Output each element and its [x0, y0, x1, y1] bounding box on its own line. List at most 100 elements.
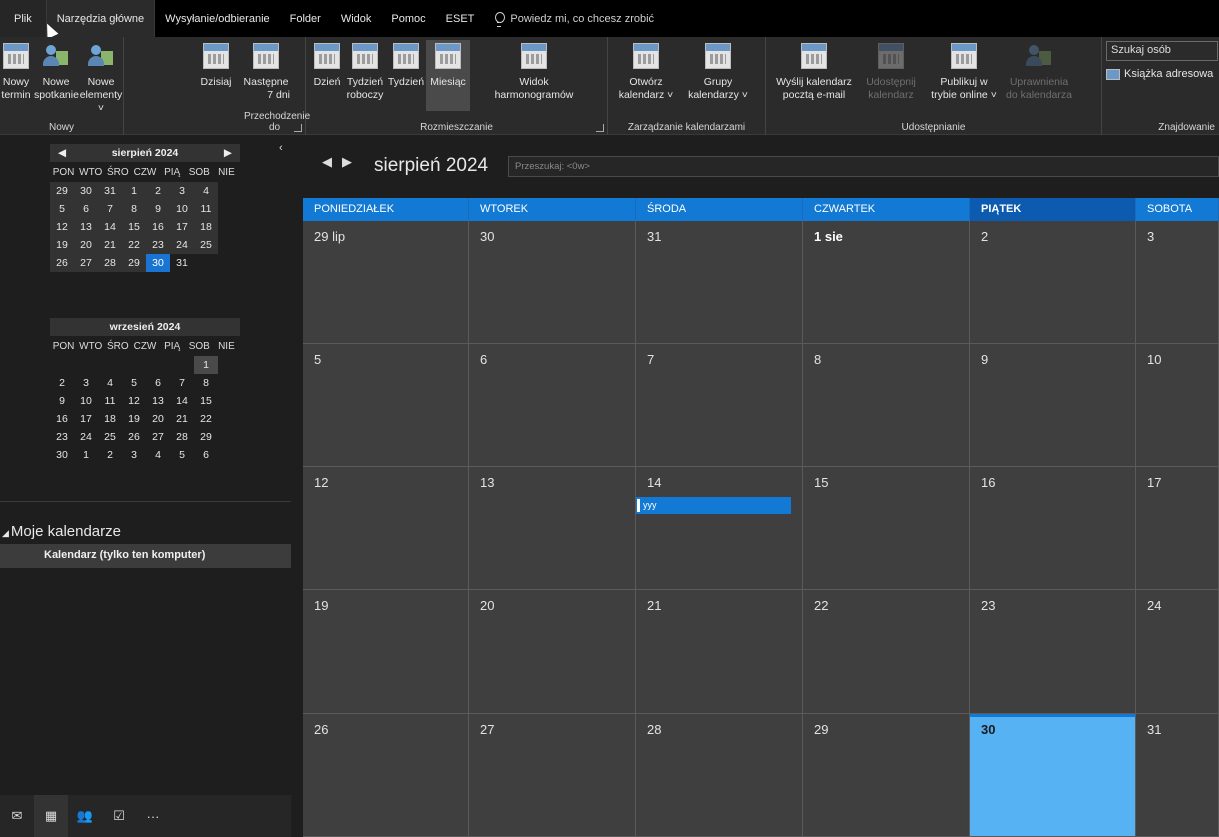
mini-day[interactable]: 4 [146, 446, 170, 464]
mail-icon[interactable]: ✉ [0, 795, 34, 837]
day-cell[interactable]: 29 lip [303, 221, 469, 344]
address-book-button[interactable]: Książka adresowa [1106, 68, 1213, 80]
next-7-days-button[interactable]: Następne 7 dni [238, 43, 294, 102]
day-cell[interactable]: 7 [636, 344, 803, 467]
menu-help[interactable]: Pomoc [381, 0, 435, 37]
prev-month-icon[interactable]: ◀ [58, 147, 66, 159]
mini-day[interactable]: 29 [122, 254, 146, 272]
next-month-icon[interactable]: ▶ [224, 147, 232, 159]
mini-day[interactable]: 3 [74, 374, 98, 392]
mini-day[interactable]: 7 [98, 200, 122, 218]
mini-day[interactable]: 13 [146, 392, 170, 410]
mini-day[interactable]: 4 [194, 182, 218, 200]
mini-day[interactable]: 22 [122, 236, 146, 254]
day-cell[interactable]: 5 [303, 344, 469, 467]
calendar-search-input[interactable]: Przeszukaj: <0w> [508, 156, 1219, 177]
mini-day[interactable]: 31 [170, 254, 194, 272]
day-cell[interactable]: 19 [303, 590, 469, 714]
mini-day[interactable]: 26 [50, 254, 74, 272]
mini-day[interactable]: 29 [194, 428, 218, 446]
tasks-icon[interactable]: ☑ [102, 795, 136, 837]
publish-online-button[interactable]: Publikuj w trybie online ˅ [926, 43, 1002, 102]
mini-day[interactable]: 29 [50, 182, 74, 200]
search-people-input[interactable]: Szukaj osób [1106, 41, 1218, 61]
mini-day[interactable]: 15 [122, 218, 146, 236]
day-cell[interactable]: 31 [1136, 714, 1219, 837]
my-calendars-heading[interactable]: ◢ Moje kalendarze [2, 523, 121, 540]
day-cell[interactable]: 26 [303, 714, 469, 837]
mini-day[interactable]: 23 [146, 236, 170, 254]
mini-day[interactable]: 14 [98, 218, 122, 236]
new-items-button[interactable]: Nowe elementy ˅ [78, 43, 124, 115]
prev-period-icon[interactable]: ◀ [322, 154, 342, 169]
share-calendar-button[interactable]: Udostępnij kalendarz [860, 43, 922, 102]
mini-day[interactable]: 27 [146, 428, 170, 446]
mini-day[interactable]: 24 [74, 428, 98, 446]
mini-day[interactable]: 19 [50, 236, 74, 254]
day-cell[interactable]: 27 [469, 714, 636, 837]
open-calendar-button[interactable]: Otwórz kalendarz ˅ [612, 43, 680, 102]
calendar-icon[interactable]: ▦ [34, 795, 68, 837]
mini-day[interactable]: 23 [50, 428, 74, 446]
day-cell[interactable]: 28 [636, 714, 803, 837]
mini-day[interactable]: 16 [50, 410, 74, 428]
menu-view[interactable]: Widok [331, 0, 382, 37]
mini-day[interactable]: 19 [122, 410, 146, 428]
mini-day[interactable]: 18 [194, 218, 218, 236]
mini-day[interactable]: 31 [98, 182, 122, 200]
collapse-pane-icon[interactable]: ‹ [279, 142, 283, 154]
menu-eset[interactable]: ESET [436, 0, 485, 37]
dialog-launcher-icon[interactable] [294, 124, 302, 132]
mini-day[interactable]: 7 [170, 374, 194, 392]
mini-day[interactable]: 8 [122, 200, 146, 218]
new-appointment-button[interactable]: Nowy termin [0, 43, 32, 102]
mini-day[interactable]: 6 [146, 374, 170, 392]
mini-day[interactable]: 1 [194, 356, 218, 374]
menu-home[interactable]: Narzędzia główne [45, 0, 156, 37]
mini-day[interactable]: 10 [74, 392, 98, 410]
more-icon[interactable]: ··· [136, 795, 170, 837]
mini-day[interactable]: 12 [122, 392, 146, 410]
mini-day[interactable]: 2 [146, 182, 170, 200]
mini-day[interactable]: 30 [74, 182, 98, 200]
week-view-button[interactable]: Tydzień [386, 43, 426, 89]
mini-day[interactable]: 22 [194, 410, 218, 428]
day-cell[interactable]: 1 sie [803, 221, 970, 344]
mini-day[interactable]: 9 [146, 200, 170, 218]
mini-day[interactable]: 3 [122, 446, 146, 464]
day-cell[interactable]: 20 [469, 590, 636, 714]
dialog-launcher-icon[interactable] [596, 124, 604, 132]
mini-day[interactable]: 28 [98, 254, 122, 272]
mini-day[interactable]: 11 [194, 200, 218, 218]
mini-day[interactable]: 10 [170, 200, 194, 218]
menu-file[interactable]: Plik [0, 0, 46, 37]
day-cell[interactable]: 3 [1136, 221, 1219, 344]
next-period-icon[interactable]: ▶ [342, 154, 362, 169]
menu-folder[interactable]: Folder [280, 0, 331, 37]
tell-me-box[interactable]: Powiedz mi, co chcesz zrobić [484, 11, 664, 27]
day-cell[interactable]: 13 [469, 467, 636, 590]
schedule-view-button[interactable]: Widok harmonogramów [492, 43, 576, 102]
mini-day[interactable]: 21 [98, 236, 122, 254]
day-cell-today[interactable]: 30 [970, 714, 1136, 837]
mini-day[interactable]: 25 [98, 428, 122, 446]
mini-day[interactable]: 5 [50, 200, 74, 218]
mini-day[interactable]: 24 [170, 236, 194, 254]
mini-day[interactable]: 28 [170, 428, 194, 446]
day-cell[interactable]: 21 [636, 590, 803, 714]
mini-day[interactable]: 25 [194, 236, 218, 254]
mini-day[interactable]: 3 [170, 182, 194, 200]
day-cell[interactable]: 6 [469, 344, 636, 467]
calendar-permissions-button[interactable]: Uprawnienia do kalendarza [1002, 43, 1076, 102]
people-icon[interactable]: 👥 [68, 795, 102, 837]
mini-day[interactable]: 2 [50, 374, 74, 392]
mini-day[interactable]: 4 [98, 374, 122, 392]
new-meeting-button[interactable]: Nowe spotkanie [34, 43, 79, 102]
mini-day[interactable]: 17 [74, 410, 98, 428]
mini-day[interactable]: 30 [50, 446, 74, 464]
today-button[interactable]: Dzisiaj [194, 43, 238, 89]
day-cell[interactable]: 2 [970, 221, 1136, 344]
day-cell[interactable]: 12 [303, 467, 469, 590]
mini-day[interactable]: 8 [194, 374, 218, 392]
calendar-list-item[interactable]: Kalendarz (tylko ten komputer) [0, 544, 291, 568]
